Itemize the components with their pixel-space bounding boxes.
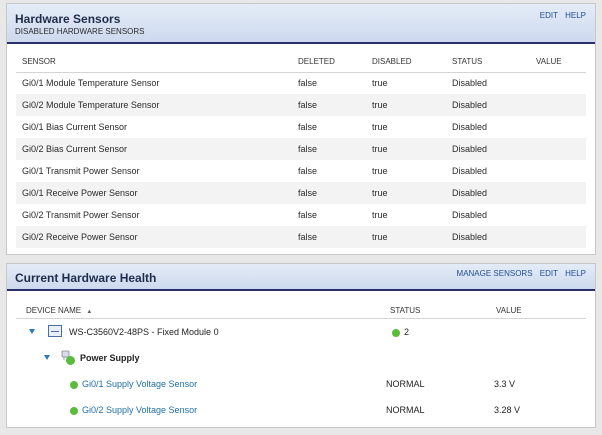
hardware-health-links: MANAGE SENSORS EDIT HELP (452, 269, 586, 278)
sensor-value: 3.28 V (494, 405, 521, 415)
col-disabled[interactable]: DISABLED (366, 52, 446, 73)
sensor-value: 3.3 V (494, 379, 516, 389)
cell-disabled: true (372, 210, 388, 220)
cell-deleted: false (298, 166, 318, 176)
switch-device-icon (48, 325, 62, 337)
edit-link[interactable]: EDIT (540, 11, 558, 20)
cell-sensor: Gi0/1 Transmit Power Sensor (22, 166, 140, 176)
help-link[interactable]: HELP (565, 269, 586, 278)
status-ok-icon (392, 328, 400, 337)
col-deleted[interactable]: DELETED (292, 52, 366, 73)
sensor-table-row[interactable]: Gi0/1 Module Temperature Sensor false true… (16, 72, 586, 94)
expand-toggle-icon[interactable] (44, 355, 50, 360)
cell-deleted: false (292, 138, 366, 160)
hardware-sensors-links: EDIT HELP (535, 11, 586, 20)
health-table-header: DEVICE NAME ▲ STATUS VALUE (16, 301, 586, 319)
device-row[interactable]: WS-C3560V2-48PS - Fixed Module 0 2 (16, 319, 586, 345)
cell-deleted: false (298, 122, 318, 132)
sensor-table-row[interactable]: Gi0/2 Module Temperature Sensor false true… (16, 94, 586, 116)
sensor-link[interactable]: Gi0/2 Supply Voltage Sensor (82, 405, 197, 415)
cell-status: Disabled (452, 210, 488, 220)
cell-status: Disabled (452, 122, 488, 132)
cell-sensor: Gi0/2 Transmit Power Sensor (22, 210, 140, 220)
cell-value (530, 226, 586, 248)
sensor-table-row[interactable]: Gi0/1 Bias Current Sensor false true Disabl… (16, 116, 586, 138)
sensors-table: SENSOR DELETED DISABLED STATUS VALUE Gi0… (16, 52, 586, 248)
hardware-sensors-panel: Hardware Sensors DISABLED HARDWARE SENSO… (6, 3, 596, 255)
cell-sensor: Gi0/2 Module Temperature Sensor (16, 94, 292, 116)
cell-disabled: true (366, 94, 446, 116)
cell-value (530, 204, 586, 226)
cell-disabled: true (366, 182, 446, 204)
hardware-sensors-subtitle: DISABLED HARDWARE SENSORS (15, 27, 145, 36)
cell-sensor: Gi0/1 Receive Power Sensor (16, 182, 292, 204)
cell-sensor: Gi0/2 Receive Power Sensor (16, 226, 292, 248)
hardware-health-panel: Current Hardware Health MANAGE SENSORS E… (6, 263, 596, 428)
health-tree-table: DEVICE NAME ▲ STATUS VALUE WS-C3560V2-48… (16, 301, 586, 423)
cell-disabled: true (372, 166, 388, 176)
cell-value (530, 138, 586, 160)
group-name[interactable]: Power Supply (80, 353, 140, 363)
sensor-link[interactable]: Gi0/1 Supply Voltage Sensor (82, 379, 197, 389)
col-status[interactable]: STATUS (446, 52, 530, 73)
sensor-table-row[interactable]: Gi0/2 Bias Current Sensor false true Disabl… (16, 138, 586, 160)
sensor-status-cell: Gi0/1 Supply Voltage Sensor (70, 379, 197, 389)
cell-sensor: Gi0/1 Bias Current Sensor (22, 122, 128, 132)
cell-status: Disabled (446, 138, 530, 160)
cell-deleted: false (298, 78, 318, 89)
col-status[interactable]: STATUS (390, 306, 420, 315)
sensor-row[interactable]: Gi0/1 Supply Voltage Sensor NORMAL 3.3 V (16, 371, 586, 397)
cell-status: Disabled (446, 226, 530, 248)
cell-value (530, 160, 586, 182)
status-ok-icon (70, 406, 78, 415)
cell-value (530, 182, 586, 204)
hardware-sensors-header: Hardware Sensors DISABLED HARDWARE SENSO… (7, 4, 595, 44)
edit-link[interactable]: EDIT (540, 269, 558, 278)
group-row[interactable]: Power Supply (16, 345, 586, 371)
col-sensor[interactable]: SENSOR (16, 52, 292, 73)
sensor-table-row[interactable]: Gi0/2 Transmit Power Sensor false true Disa… (16, 204, 586, 226)
help-link[interactable]: HELP (565, 11, 586, 20)
power-supply-icon (61, 350, 75, 365)
cell-status: Disabled (452, 166, 488, 176)
cell-deleted: false (298, 210, 318, 220)
cell-deleted: false (292, 182, 366, 204)
cell-status: Disabled (452, 78, 488, 89)
cell-status: Disabled (446, 94, 530, 116)
sort-ascending-icon: ▲ (86, 309, 93, 315)
cell-status: Disabled (446, 182, 530, 204)
sensors-table-header: SENSOR DELETED DISABLED STATUS VALUE (16, 52, 586, 73)
cell-deleted: false (292, 94, 366, 116)
device-status: 2 (392, 327, 409, 337)
cell-disabled: true (372, 122, 388, 132)
col-device-name[interactable]: DEVICE NAME ▲ (26, 306, 92, 315)
cell-deleted: false (292, 226, 366, 248)
sensor-row[interactable]: Gi0/2 Supply Voltage Sensor NORMAL 3.28 … (16, 397, 586, 423)
expand-toggle-icon[interactable] (29, 329, 35, 334)
cell-disabled: true (366, 226, 446, 248)
col-value[interactable]: VALUE (530, 52, 586, 73)
hardware-sensors-title: Hardware Sensors (15, 12, 121, 26)
cell-disabled: true (372, 78, 388, 89)
hardware-health-title: Current Hardware Health (15, 271, 157, 285)
sensor-table-row[interactable]: Gi0/2 Receive Power Sensor false true Disab… (16, 226, 586, 248)
device-name[interactable]: WS-C3560V2-48PS - Fixed Module 0 (69, 327, 219, 337)
device-status-count: 2 (404, 327, 410, 337)
cell-sensor: Gi0/2 Bias Current Sensor (16, 138, 292, 160)
cell-sensor: Gi0/1 Module Temperature Sensor (22, 78, 160, 89)
cell-value (530, 72, 586, 94)
cell-value (530, 116, 586, 138)
manage-sensors-link[interactable]: MANAGE SENSORS (457, 269, 533, 278)
sensor-status-cell: Gi0/2 Supply Voltage Sensor (70, 405, 197, 415)
sensor-table-row[interactable]: Gi0/1 Transmit Power Sensor false true Disa… (16, 160, 586, 182)
sensor-status: NORMAL (386, 379, 425, 389)
hardware-health-header: Current Hardware Health MANAGE SENSORS E… (7, 264, 595, 291)
cell-disabled: true (366, 138, 446, 160)
sensor-status: NORMAL (386, 405, 425, 415)
cell-value (530, 94, 586, 116)
col-value[interactable]: VALUE (496, 306, 522, 315)
sensor-table-row[interactable]: Gi0/1 Receive Power Sensor false true Disab… (16, 182, 586, 204)
status-ok-icon (70, 380, 78, 389)
